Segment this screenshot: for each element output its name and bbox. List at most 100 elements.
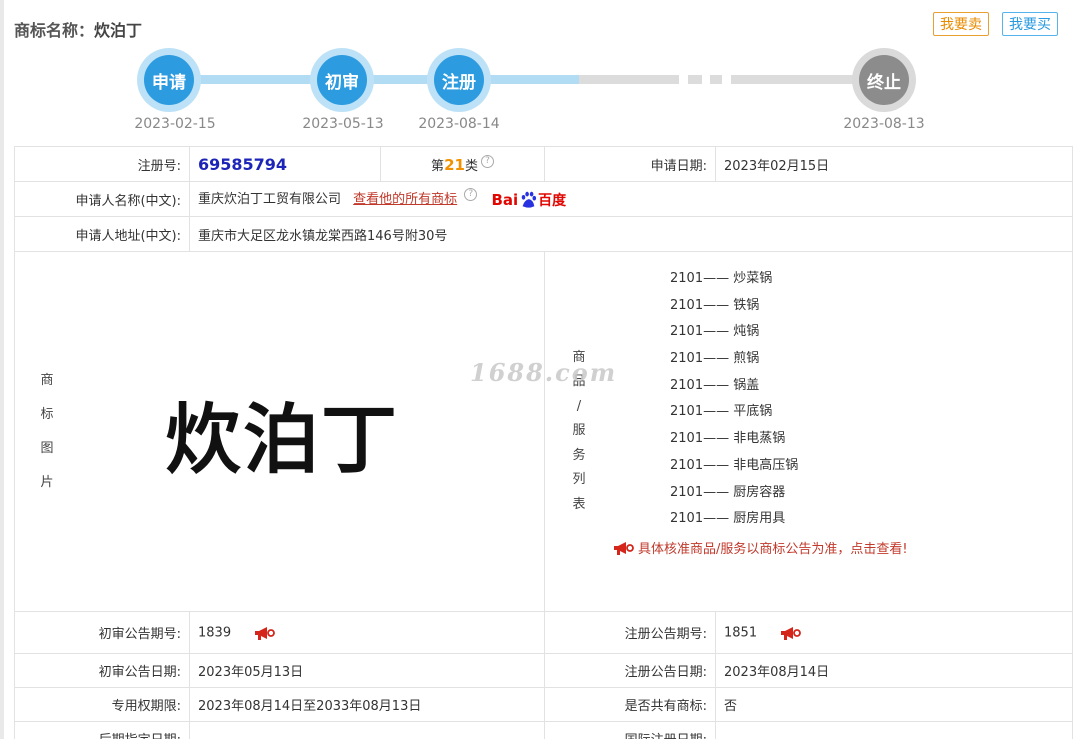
prelim-no-label: 初审公告期号: xyxy=(14,611,190,654)
goods-code: 2101 xyxy=(670,511,704,527)
goods-separator: —— xyxy=(703,377,730,393)
goods-code: 2101 xyxy=(670,351,704,367)
label-char: / xyxy=(576,398,582,414)
list-item: 2101—— 炖锅 xyxy=(670,319,798,346)
address-label: 申请人地址(中文): xyxy=(14,216,190,252)
goods-name: 炒菜锅 xyxy=(733,271,773,286)
label-char: 表 xyxy=(572,496,586,512)
apply-date-label: 申请日期: xyxy=(544,146,716,182)
sell-button[interactable]: 我要卖 xyxy=(933,12,989,36)
list-item: 2101—— 厨房容器 xyxy=(670,480,798,507)
goods-separator: —— xyxy=(703,484,730,500)
goods-code: 2101 xyxy=(670,404,704,420)
goods-name: 铁锅 xyxy=(733,297,760,313)
table-row: 申请人名称(中文): 重庆炊泊丁工贸有限公司 查看他的所有商标 ? Bai 百度 xyxy=(14,181,1073,217)
timeline-dash xyxy=(710,75,722,84)
reg-pub-no: 1851 xyxy=(724,625,758,640)
list-item: 2101—— 厨房用具 xyxy=(670,506,798,533)
step-date: 2023-08-14 xyxy=(418,116,500,132)
shared-label: 是否共有商标: xyxy=(544,687,716,722)
class-cell: 第21类? xyxy=(380,146,545,182)
label-char: 列 xyxy=(572,472,586,488)
goods-separator: —— xyxy=(703,351,730,367)
mark-image-label: 商 标 图 片 xyxy=(37,364,57,500)
goods-name: 锅盖 xyxy=(733,377,760,393)
table-row: 初审公告期号: 1839 注册公告期号: 1851 xyxy=(14,611,1073,654)
watermark: 1688.com xyxy=(470,358,618,387)
goods-separator: —— xyxy=(703,297,730,313)
goods-separator: —— xyxy=(703,457,730,473)
step-label: 注册 xyxy=(434,55,484,105)
exclusive-label: 专用权期限: xyxy=(14,687,190,722)
buy-button[interactable]: 我要买 xyxy=(1002,12,1058,36)
baidu-paw-icon xyxy=(521,191,537,208)
list-item: 2101—— 非电高压锅 xyxy=(670,453,798,480)
reg-pub-no-label: 注册公告期号: xyxy=(544,611,716,654)
goods-separator: —— xyxy=(703,324,730,340)
applicant-name: 重庆炊泊丁工贸有限公司 xyxy=(198,192,342,208)
goods-notice-link[interactable]: 具体核准商品/服务以商标公告为准，点击查看! xyxy=(612,538,908,557)
shared-value: 否 xyxy=(715,687,1073,722)
label-char: 商 xyxy=(40,372,54,388)
timeline-step-terminate: 终止 xyxy=(852,48,916,112)
baidu-search-logo[interactable]: Bai 百度 xyxy=(491,190,566,210)
intl-date-label: 国际注册日期: xyxy=(544,721,716,739)
goods-list: 2101—— 炒菜锅 2101—— 铁锅 2101—— 炖锅 2101—— 煎锅… xyxy=(670,266,798,533)
goods-separator: —— xyxy=(703,431,730,447)
reg-no-label: 注册号: xyxy=(14,146,190,182)
goods-separator: —— xyxy=(703,404,730,420)
trademark-name: 炊泊丁 xyxy=(94,21,143,40)
address: 重庆市大足区龙水镇龙棠西路146号附30号 xyxy=(189,216,1073,252)
goods-code: 2101 xyxy=(670,431,704,447)
goods-code: 2101 xyxy=(670,297,704,313)
timeline-dash xyxy=(688,75,702,84)
step-date: 2023-02-15 xyxy=(134,116,216,132)
table-row: 后期指定日期: 国际注册日期: xyxy=(14,721,1073,739)
step-label: 终止 xyxy=(859,55,909,105)
goods-name: 非电高压锅 xyxy=(733,457,799,473)
goods-name: 平底锅 xyxy=(733,404,773,420)
goods-cell: 商 品 / 服 务 列 表 xyxy=(544,251,1073,612)
label-char: 图 xyxy=(40,440,54,456)
megaphone-icon[interactable] xyxy=(253,625,276,641)
goods-name: 煎锅 xyxy=(733,351,760,367)
step-label: 初审 xyxy=(317,55,367,105)
late-date-label: 后期指定日期: xyxy=(14,721,190,739)
table-row: 注册号: 69585794 第21类? 申请日期: 2023年02月15日 xyxy=(14,146,1073,182)
class-number: 21 xyxy=(444,155,465,174)
baidu-logo-text: Bai xyxy=(491,190,519,209)
notice-text: 具体核准商品/服务以商标公告为准，点击查看! xyxy=(638,542,908,557)
baidu-logo-text: 百度 xyxy=(538,192,567,209)
timeline-step-register: 注册 xyxy=(427,48,491,112)
goods-separator: —— xyxy=(703,271,730,286)
step-date: 2023-05-13 xyxy=(302,116,384,132)
applicant-label: 申请人名称(中文): xyxy=(14,181,190,217)
goods-code: 2101 xyxy=(670,377,704,393)
goods-name: 炖锅 xyxy=(733,324,760,340)
class-suffix: 类 xyxy=(464,158,478,174)
status-timeline: 申请 初审 注册 终止 2023-02-15 2023-05-13 2023-0… xyxy=(0,48,1077,138)
reg-pub-date: 2023年08月14日 xyxy=(715,653,1073,688)
title-label: 商标名称： xyxy=(14,21,95,40)
all-marks-link[interactable]: 查看他的所有商标 xyxy=(353,192,457,207)
megaphone-icon[interactable] xyxy=(779,625,802,641)
help-icon[interactable]: ? xyxy=(480,154,494,168)
prelim-date: 2023年05月13日 xyxy=(189,653,545,688)
timeline-step-prelim: 初审 xyxy=(310,48,374,112)
help-icon[interactable]: ? xyxy=(464,188,478,202)
late-date xyxy=(189,721,545,739)
timeline-step-apply: 申请 xyxy=(137,48,201,112)
step-label: 申请 xyxy=(144,55,194,105)
list-item: 2101—— 平底锅 xyxy=(670,399,798,426)
prelim-no-cell: 1839 xyxy=(189,611,545,654)
class-prefix: 第 xyxy=(431,158,445,174)
exclusive-period: 2023年08月14日至2033年08月13日 xyxy=(189,687,545,722)
label-char: 标 xyxy=(40,406,54,422)
goods-name: 厨房容器 xyxy=(733,484,786,500)
apply-date: 2023年02月15日 xyxy=(715,146,1073,182)
applicant-cell: 重庆炊泊丁工贸有限公司 查看他的所有商标 ? Bai 百度 xyxy=(189,181,1073,217)
trademark-image: 炊泊丁 xyxy=(165,395,399,484)
label-char: 片 xyxy=(40,474,54,490)
megaphone-icon xyxy=(614,541,634,555)
timeline-pending-line xyxy=(579,75,679,84)
